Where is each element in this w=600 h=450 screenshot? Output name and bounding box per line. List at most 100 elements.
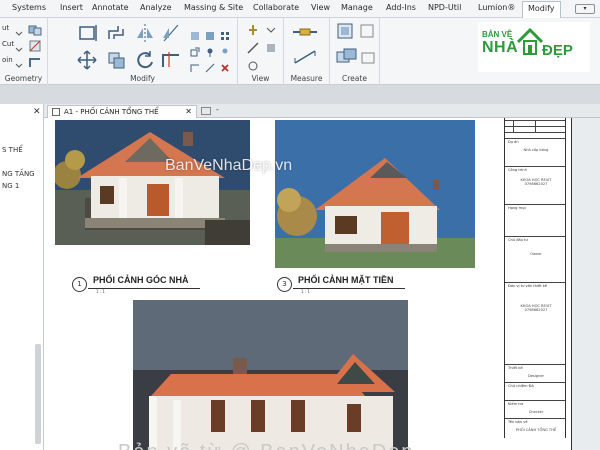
view-title[interactable]: PHỐI CẢNH MẶT TIỀN	[298, 275, 394, 285]
title-block-value: KHÓA HỌC REVIT 0798662027	[520, 178, 552, 186]
mirror-pick-axis-icon[interactable]	[134, 23, 156, 43]
dropdown-arrow-icon[interactable]	[14, 55, 24, 68]
browser-scrollbar[interactable]	[35, 344, 41, 444]
align-icon[interactable]	[78, 23, 100, 43]
render-front-view[interactable]	[275, 120, 475, 268]
create-assembly-icon[interactable]	[336, 22, 354, 40]
ribbon-group-geometry: ut Cut oin Geometry	[0, 18, 48, 85]
override-graphics-icon[interactable]	[246, 22, 260, 36]
wall-join-icon[interactable]	[28, 54, 42, 68]
menu-analyze[interactable]: Analyze	[140, 3, 172, 12]
close-icon[interactable]: ✕	[185, 106, 192, 118]
ribbon-group-create: Create	[330, 18, 380, 85]
title-block-label: Thiết kế	[508, 366, 523, 370]
menu-manage[interactable]: Manage	[341, 3, 373, 12]
site-logo: BẢN VẼ NHÀ ĐẸP	[478, 22, 590, 72]
ribbon-group-label: Geometry	[4, 74, 43, 83]
create-similar-icon[interactable]	[360, 50, 376, 64]
ribbon-group-view: View	[238, 18, 284, 85]
ribbon-side-label: ut	[2, 24, 10, 32]
menu-collaborate[interactable]: Collaborate	[253, 3, 299, 12]
ribbon-group-label: Modify	[130, 74, 155, 83]
view-scale: 1 : 1	[301, 289, 310, 294]
mirror-draw-axis-icon[interactable]	[160, 23, 182, 43]
move-icon[interactable]	[76, 50, 98, 70]
title-block-label: Đơn vị tư vấn thiết kế	[508, 284, 547, 288]
ribbon-group-label: View	[251, 74, 270, 83]
menu-systems[interactable]: Systems	[12, 3, 46, 12]
trim-multiple-icon[interactable]	[205, 58, 215, 73]
dropdown-arrow-icon[interactable]	[14, 39, 24, 52]
browser-item[interactable]: NG TẦNG	[2, 170, 35, 178]
title-block-label: Tên bản vẽ	[508, 420, 528, 424]
menu-massing-site[interactable]: Massing & Site	[184, 3, 243, 12]
watermark: BanVeNhaDep.vn	[165, 157, 293, 174]
title-block-value: Designer	[527, 374, 545, 378]
title-block-label: Dự án	[508, 140, 519, 144]
new-tab-icon[interactable]	[201, 107, 211, 115]
house-render-image	[133, 300, 408, 450]
browser-item[interactable]: S THỂ	[2, 146, 23, 154]
join-geometry-icon[interactable]	[28, 22, 42, 36]
menu-modify[interactable]: Modify	[522, 1, 561, 18]
array-icon[interactable]	[220, 26, 230, 40]
right-pane	[572, 118, 600, 450]
create-group-icon[interactable]	[336, 48, 358, 66]
view-number-badge: 1	[72, 277, 87, 292]
cut-geometry-icon[interactable]	[28, 38, 42, 52]
view-title[interactable]: PHỐI CẢNH GÓC NHÀ	[93, 275, 189, 285]
title-block-value: PHỐI CẢNH TỔNG THỂ	[515, 428, 557, 432]
trim-extend-icon[interactable]	[160, 50, 182, 70]
sheet-icon	[52, 108, 60, 116]
render-side-view[interactable]	[133, 300, 408, 450]
aligned-dimension-icon[interactable]	[292, 48, 318, 66]
hide-element-icon[interactable]	[246, 58, 260, 72]
create-parts-icon[interactable]	[358, 22, 376, 40]
split-gap-icon[interactable]	[205, 26, 215, 40]
split-element-icon[interactable]	[190, 26, 200, 40]
trim-single-icon[interactable]	[190, 58, 200, 72]
measure-between-references-icon[interactable]	[292, 24, 318, 38]
house-render-image	[275, 120, 475, 268]
ribbon-group-label: Measure	[290, 74, 323, 83]
menu-add-ins[interactable]: Add-Ins	[386, 3, 416, 12]
logo-text-nha: NHÀ	[482, 39, 519, 56]
close-icon[interactable]: ✕	[33, 107, 41, 117]
unpin-icon[interactable]	[220, 42, 230, 54]
paint-icon[interactable]	[264, 40, 278, 54]
ribbon-group-measure: Measure	[284, 18, 330, 85]
ribbon-toggle-button[interactable]: ▾	[575, 4, 595, 14]
rotate-icon[interactable]	[134, 50, 156, 70]
linework-icon[interactable]	[246, 40, 260, 54]
dropdown-arrow-icon[interactable]	[14, 23, 24, 36]
pin-icon[interactable]	[205, 42, 215, 57]
view-dropdown-icon[interactable]	[264, 22, 278, 36]
render-corner-view[interactable]	[55, 120, 250, 245]
project-browser: ✕ S THỂ NG TẦNG NG 1	[0, 104, 44, 450]
view-scale: 1 : 1	[96, 289, 105, 294]
copy-icon[interactable]	[106, 50, 128, 70]
scale-icon[interactable]	[190, 42, 200, 57]
tab-overflow[interactable]: -	[216, 105, 219, 114]
offset-icon[interactable]	[106, 23, 128, 43]
title-block-value: Checker	[528, 410, 544, 414]
tab-title: A1 - PHỐI CẢNH TỔNG THỂ	[64, 108, 159, 116]
title-block-label: Kiểm tra	[508, 402, 524, 406]
view-tab-bar: A1 - PHỐI CẢNH TỔNG THỂ ✕ -	[44, 104, 600, 118]
title-block-value: Nhà cấp bóng	[523, 148, 549, 152]
view-number-badge: 3	[277, 277, 292, 292]
menu-annotate[interactable]: Annotate	[92, 3, 129, 12]
logo-text-dep: ĐẸP	[542, 42, 573, 59]
title-block-value: KHÓA HỌC REVIT 0798662027	[520, 304, 552, 312]
title-block-label: Hạng mục	[508, 206, 527, 210]
menu-view[interactable]: View	[311, 3, 330, 12]
menu-lumion[interactable]: Lumion®	[478, 3, 515, 12]
title-block-value: Owner	[530, 252, 542, 256]
menu-insert[interactable]: Insert	[60, 3, 83, 12]
delete-icon[interactable]	[220, 58, 230, 72]
menu-npd-util[interactable]: NPD-Util	[428, 3, 461, 12]
house-render-image	[55, 120, 250, 245]
browser-item[interactable]: NG 1	[2, 182, 19, 190]
tab-sheet-a1[interactable]: A1 - PHỐI CẢNH TỔNG THỂ ✕	[47, 105, 197, 118]
title-block: Dự án Nhà cấp bóng Công trình KHÓA HỌC R…	[504, 118, 566, 438]
